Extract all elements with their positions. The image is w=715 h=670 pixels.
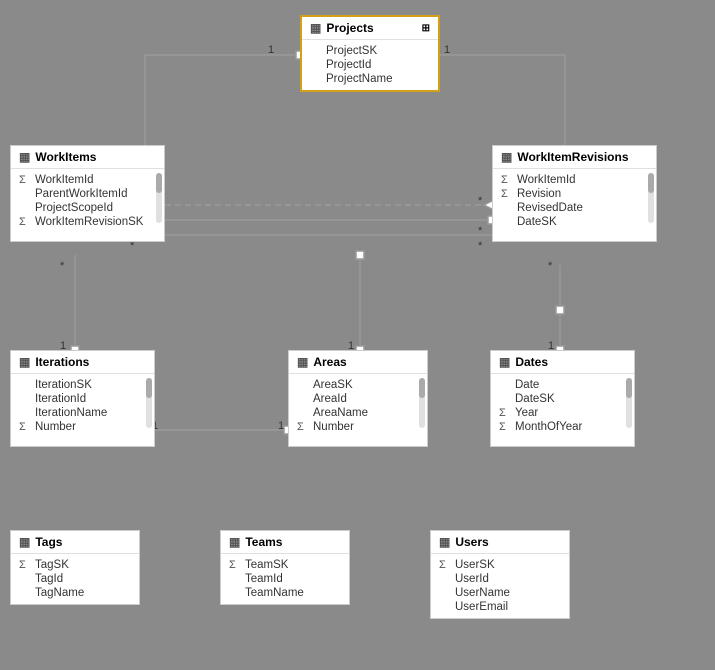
users-table-body: Σ UserSK UserId UserName UserEmail [431,554,569,618]
fade-indicator [11,229,164,237]
field-year[interactable]: Σ Year [491,406,634,420]
field-teamname[interactable]: TeamName [221,586,349,600]
iterations-table[interactable]: ▦ Iterations IterationSK IterationId Ite… [10,350,155,447]
field-projectsk[interactable]: ProjectSK [302,44,438,58]
field-projectscopeid[interactable]: ProjectScopeId [11,201,164,215]
projects-table-body: ProjectSK ProjectId ProjectName [302,40,438,90]
cardinality-star-f: * [60,260,64,272]
scrollbar[interactable] [146,378,152,428]
table-icon: ▦ [499,355,510,369]
field-iterationid[interactable]: IterationId [11,392,154,406]
field-areask[interactable]: AreaSK [289,378,427,392]
fade-indicator [11,434,154,442]
field-areaname[interactable]: AreaName [289,406,427,420]
table-icon: ▦ [19,355,30,369]
field-monthofyear[interactable]: Σ MonthOfYear [491,420,634,434]
field-dates-datesk[interactable]: DateSK [491,392,634,406]
projects-table-header: ▦ Projects ⊞ [302,17,438,40]
iterations-table-header: ▦ Iterations [11,351,154,374]
cardinality-star-c: * [478,225,482,237]
field-datesk[interactable]: DateSK [493,215,656,229]
table-icon: ▦ [19,535,30,549]
field-username[interactable]: UserName [431,586,569,600]
fade-indicator [493,229,656,237]
field-revision[interactable]: Σ Revision [493,187,656,201]
teams-table-title: Teams [245,535,282,549]
tags-table-body: Σ TagSK TagId TagName [11,554,139,604]
workitems-table[interactable]: ▦ WorkItems Σ WorkItemId ParentWorkItemI… [10,145,165,242]
projects-table[interactable]: ▦ Projects ⊞ ProjectSK ProjectId Project… [300,15,440,92]
field-area-number[interactable]: Σ Number [289,420,427,434]
dates-table[interactable]: ▦ Dates Date DateSK Σ Year Σ MonthOfYear [490,350,635,447]
field-projectname[interactable]: ProjectName [302,72,438,86]
projects-table-title: Projects [326,21,373,35]
field-iterationsk[interactable]: IterationSK [11,378,154,392]
areas-table[interactable]: ▦ Areas AreaSK AreaId AreaName Σ Number [288,350,428,447]
cardinality-star-e: * [478,240,482,252]
dates-table-header: ▦ Dates [491,351,634,374]
expand-icon[interactable]: ⊞ [422,23,430,34]
teams-table-header: ▦ Teams [221,531,349,554]
workitems-table-title: WorkItems [35,150,96,164]
scrollbar[interactable] [156,173,162,223]
table-icon: ▦ [229,535,240,549]
areas-table-header: ▦ Areas [289,351,427,374]
workitemrevisions-table[interactable]: ▦ WorkItemRevisions Σ WorkItemId Σ Revis… [492,145,657,242]
field-tagsk[interactable]: Σ TagSK [11,558,139,572]
field-reviseddate[interactable]: RevisedDate [493,201,656,215]
scrollbar[interactable] [419,378,425,428]
table-icon: ▦ [19,150,30,164]
table-icon: ▦ [501,150,512,164]
workitems-table-body: Σ WorkItemId ParentWorkItemId ProjectSco… [11,169,164,241]
field-teamid[interactable]: TeamId [221,572,349,586]
areas-table-body: AreaSK AreaId AreaName Σ Number [289,374,427,446]
scrollbar[interactable] [648,173,654,223]
cardinality-star-g: * [548,260,552,272]
table-icon: ▦ [439,535,450,549]
tags-table[interactable]: ▦ Tags Σ TagSK TagId TagName [10,530,140,605]
field-teamsk[interactable]: Σ TeamSK [221,558,349,572]
field-wir-workitemid[interactable]: Σ WorkItemId [493,173,656,187]
workitemrevisions-table-header: ▦ WorkItemRevisions [493,146,656,169]
tags-table-title: Tags [35,535,62,549]
dates-table-title: Dates [515,355,548,369]
cardinality-star-b: * [478,195,482,207]
field-areaid[interactable]: AreaId [289,392,427,406]
cardinality-1h: 1 [278,420,284,432]
workitemrevisions-table-body: Σ WorkItemId Σ Revision RevisedDate Date… [493,169,656,241]
tags-table-header: ▦ Tags [11,531,139,554]
field-workitemrevisionsk[interactable]: Σ WorkItemRevisionSK [11,215,164,229]
field-useremail[interactable]: UserEmail [431,600,569,614]
cardinality-1c: 1 [444,44,450,56]
iterations-table-body: IterationSK IterationId IterationName Σ … [11,374,154,446]
field-userid[interactable]: UserId [431,572,569,586]
teams-table[interactable]: ▦ Teams Σ TeamSK TeamId TeamName [220,530,350,605]
table-icon: ▦ [297,355,308,369]
users-table-title: Users [455,535,488,549]
field-iterationname[interactable]: IterationName [11,406,154,420]
field-parentworkitemid[interactable]: ParentWorkItemId [11,187,164,201]
cardinality-1a: 1 [268,44,274,56]
dates-table-body: Date DateSK Σ Year Σ MonthOfYear [491,374,634,446]
users-table-header: ▦ Users [431,531,569,554]
users-table[interactable]: ▦ Users Σ UserSK UserId UserName UserEma… [430,530,570,619]
field-date[interactable]: Date [491,378,634,392]
teams-table-body: Σ TeamSK TeamId TeamName [221,554,349,604]
field-tagname[interactable]: TagName [11,586,139,600]
field-usersk[interactable]: Σ UserSK [431,558,569,572]
table-icon: ▦ [310,21,321,35]
iterations-table-title: Iterations [35,355,89,369]
field-projectid[interactable]: ProjectId [302,58,438,72]
field-tagid[interactable]: TagId [11,572,139,586]
areas-table-title: Areas [313,355,346,369]
fade-indicator [289,434,427,442]
field-workitemid[interactable]: Σ WorkItemId [11,173,164,187]
field-iter-number[interactable]: Σ Number [11,420,154,434]
fade-indicator [491,434,634,442]
scrollbar[interactable] [626,378,632,428]
workitemrevisions-table-title: WorkItemRevisions [517,150,628,164]
workitems-table-header: ▦ WorkItems [11,146,164,169]
